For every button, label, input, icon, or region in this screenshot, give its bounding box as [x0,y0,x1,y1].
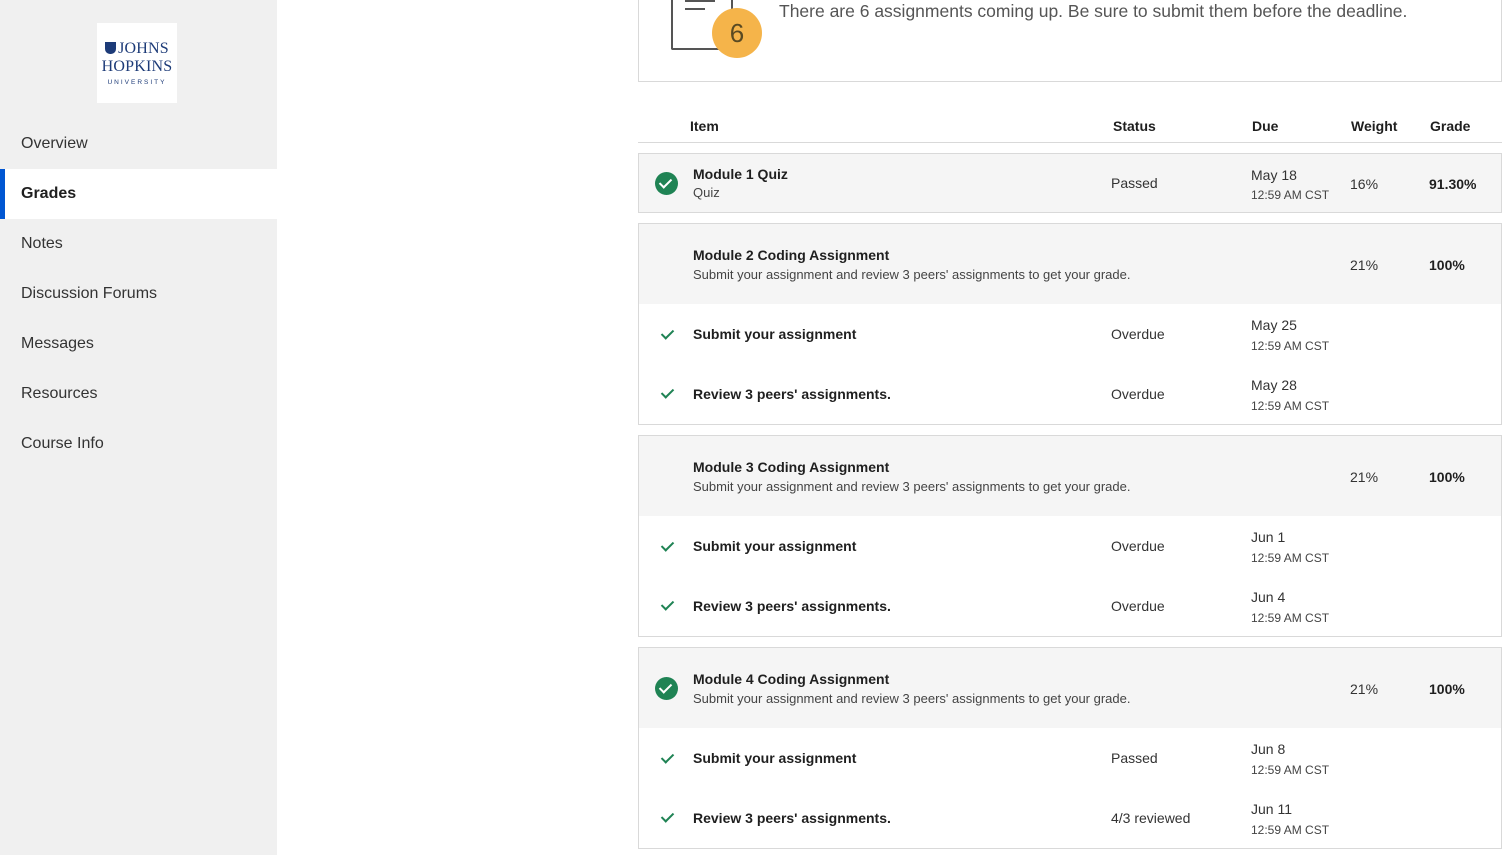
assignment-count-badge: 6 [712,8,762,58]
banner-message: There are 6 assignments coming up. Be su… [779,1,1408,21]
item-title[interactable]: Module 1 Quiz [693,166,788,182]
item-weight: 21% [1350,469,1379,485]
sidebar-item-grades[interactable]: Grades [0,169,277,219]
university-logo[interactable]: JOHNS HOPKINS UNIVERSITY [97,23,177,103]
column-header-weight: Weight [1351,118,1398,134]
check-icon [660,810,674,824]
subitem-due-time: 12:59 AM CST [1251,611,1330,625]
column-header-item: Item [690,118,719,134]
item-status: Passed [1111,175,1158,191]
completed-check-icon [655,677,678,700]
item-title[interactable]: Module 3 Coding Assignment [693,459,889,475]
subitem-due-time: 12:59 AM CST [1251,823,1330,837]
grade-item-group: Module 2 Coding Assignment Submit your a… [638,223,1502,425]
subitem-row[interactable]: Review 3 peers' assignments. Overdue May… [639,364,1501,424]
subitem-due-date: May 28 [1251,377,1297,393]
subitem-due-time: 12:59 AM CST [1251,551,1330,565]
sidebar-item-notes[interactable]: Notes [0,219,277,269]
sidebar-item-messages[interactable]: Messages [0,319,277,369]
subitem-due-date: Jun 1 [1251,529,1286,545]
sidebar-item-discussion-forums[interactable]: Discussion Forums [0,269,277,319]
subitem-title[interactable]: Submit your assignment [693,326,856,342]
subitem-row[interactable]: Submit your assignment Overdue Jun 1 12:… [639,516,1501,576]
subitem-due-time: 12:59 AM CST [1251,399,1330,413]
check-icon [660,539,674,553]
subitem-title[interactable]: Submit your assignment [693,538,856,554]
item-grade: 100% [1429,681,1465,697]
subitem-due-time: 12:59 AM CST [1251,339,1330,353]
item-subtitle: Submit your assignment and review 3 peer… [693,267,1131,282]
subitem-title[interactable]: Review 3 peers' assignments. [693,598,891,614]
subitem-status: Overdue [1111,326,1165,342]
item-due-date: May 18 [1251,167,1297,183]
sidebar-nav: Overview Grades Notes Discussion Forums … [0,119,277,469]
subitem-title[interactable]: Review 3 peers' assignments. [693,810,891,826]
grade-item-row[interactable]: Module 1 Quiz Quiz Passed May 18 12:59 A… [639,154,1501,212]
item-grade: 100% [1429,257,1465,273]
subitem-due-date: Jun 8 [1251,741,1286,757]
item-weight: 21% [1350,681,1379,697]
grade-item-group: Module 4 Coding Assignment Submit your a… [638,647,1502,849]
item-title[interactable]: Module 4 Coding Assignment [693,671,889,687]
subitem-status: Overdue [1111,386,1165,402]
subitem-status: Passed [1111,750,1158,766]
check-icon [660,327,674,341]
grade-item-row[interactable]: Module 3 Coding Assignment Submit your a… [639,436,1501,516]
grade-item-row[interactable]: Module 2 Coding Assignment Submit your a… [639,224,1501,304]
subitem-due-date: Jun 4 [1251,589,1286,605]
item-subtitle: Submit your assignment and review 3 peer… [693,691,1131,706]
sidebar: JOHNS HOPKINS UNIVERSITY Overview Grades… [0,0,277,855]
subitem-title[interactable]: Submit your assignment [693,750,856,766]
item-due-time: 12:59 AM CST [1251,188,1330,202]
grade-item-row[interactable]: Module 4 Coding Assignment Submit your a… [639,648,1501,728]
subitem-status: Overdue [1111,538,1165,554]
grade-item-group: Module 1 Quiz Quiz Passed May 18 12:59 A… [638,153,1502,213]
sidebar-item-overview[interactable]: Overview [0,119,277,169]
upcoming-assignments-banner: 6 There are 6 assignments coming up. Be … [638,0,1502,82]
item-title[interactable]: Module 2 Coding Assignment [693,247,889,263]
sidebar-item-course-info[interactable]: Course Info [0,419,277,469]
subitem-due-time: 12:59 AM CST [1251,763,1330,777]
subitem-due-date: Jun 11 [1251,801,1292,817]
completed-check-icon [655,172,678,195]
grades-table-header: Item Status Due Weight Grade [638,112,1502,143]
subitem-status: 4/3 reviewed [1111,810,1191,826]
column-header-grade: Grade [1430,118,1471,134]
item-weight: 16% [1350,176,1379,192]
subitem-row[interactable]: Submit your assignment Passed Jun 8 12:5… [639,728,1501,788]
item-grade: 100% [1429,469,1465,485]
check-icon [660,598,674,612]
item-subtitle: Quiz [693,185,720,200]
subitem-row[interactable]: Review 3 peers' assignments. Overdue Jun… [639,576,1501,636]
subitem-due-date: May 25 [1251,317,1297,333]
item-subtitle: Submit your assignment and review 3 peer… [693,479,1131,494]
item-weight: 21% [1350,257,1379,273]
subitem-status: Overdue [1111,598,1165,614]
column-header-due: Due [1252,118,1279,134]
column-header-status: Status [1113,118,1156,134]
check-icon [660,751,674,765]
grade-item-group: Module 3 Coding Assignment Submit your a… [638,435,1502,637]
subitem-row[interactable]: Review 3 peers' assignments. 4/3 reviewe… [639,788,1501,848]
subitem-title[interactable]: Review 3 peers' assignments. [693,386,891,402]
item-grade: 91.30% [1429,176,1477,192]
sidebar-item-resources[interactable]: Resources [0,369,277,419]
check-icon [660,386,674,400]
shield-icon [105,42,117,54]
subitem-row[interactable]: Submit your assignment Overdue May 25 12… [639,304,1501,364]
